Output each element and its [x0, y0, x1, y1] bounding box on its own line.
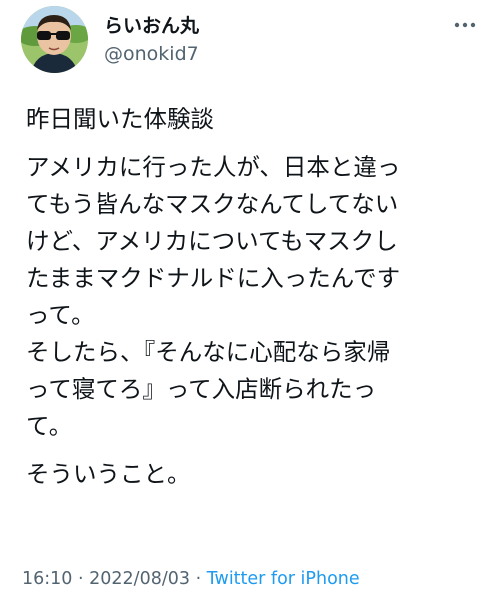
tweet-closing: そういうこと。: [26, 460, 191, 488]
tweet-line: けど、アメリカについてもマスクし: [26, 227, 398, 255]
tweet-line: て。: [26, 412, 73, 440]
avatar-image: [21, 6, 88, 73]
tweet-time[interactable]: 16:10: [22, 569, 72, 589]
tweet-line: そしたら、『そんなに心配なら家帰: [26, 338, 391, 366]
tweet-line: って寝てろ』って入店断られたっ: [26, 375, 377, 403]
tweet-source-link[interactable]: Twitter for iPhone: [207, 569, 360, 589]
tweet-line: たままマクドナルドに入ったんです: [26, 264, 401, 292]
tweet-body: アメリカに行った人が、日本と違っ てもう皆んなマスクなんてしてない けど、アメリ…: [26, 149, 486, 445]
tweet-line: アメリカに行った人が、日本と違っ: [26, 153, 401, 181]
tweet-meta: 16:10 · 2022/08/03 · Twitter for iPhone: [22, 568, 360, 590]
meta-separator: ·: [72, 569, 90, 589]
more-horizontal-icon: [454, 22, 476, 28]
more-options-button[interactable]: [452, 12, 478, 38]
tweet-line: てもう皆んなマスクなんてしてない: [26, 190, 399, 218]
tweet-line: って。: [26, 301, 95, 329]
tweet-text: 昨日聞いた体験談 アメリカに行った人が、日本と違っ てもう皆んなマスクなんてして…: [26, 101, 486, 493]
display-name[interactable]: らいおん丸: [104, 14, 199, 38]
meta-separator: ·: [190, 569, 207, 589]
tweet-date[interactable]: 2022/08/03: [89, 569, 190, 589]
tweet-intro: 昨日聞いた体験談: [26, 105, 214, 133]
user-handle[interactable]: @onokid7: [104, 42, 199, 66]
avatar[interactable]: [21, 6, 88, 73]
